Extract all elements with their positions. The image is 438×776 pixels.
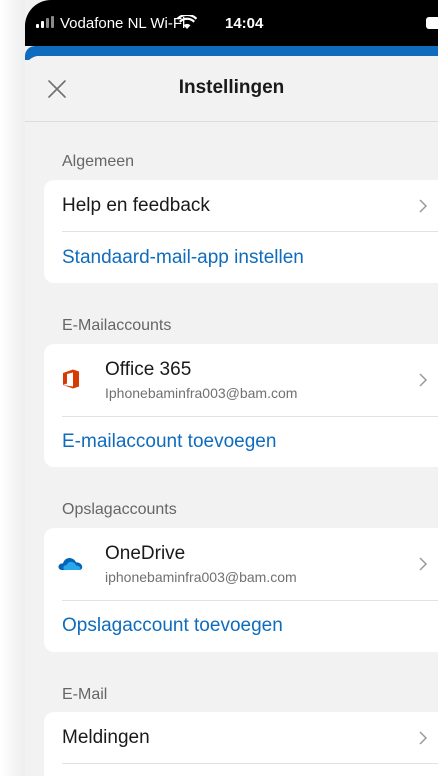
help-feedback-label: Help en feedback (62, 195, 210, 216)
add-storage-account-row[interactable]: Opslagaccount toevoegen (44, 601, 438, 652)
notifications-label: Meldingen (62, 727, 150, 748)
help-feedback-row[interactable]: Help en feedback (44, 180, 438, 231)
page-title: Instellingen (178, 77, 285, 98)
account-email: iphonebaminfra003@bam.com (105, 569, 297, 585)
section-header-mail-accounts: E-Mailaccounts (62, 317, 172, 334)
default-mail-app-row[interactable]: Standaard-mail-app instellen (44, 232, 438, 283)
section-header-general: Algemeen (62, 153, 135, 170)
add-storage-account-link[interactable]: Opslagaccount toevoegen (62, 615, 283, 637)
carrier-name: Vodafone NL Wi-Fi (60, 15, 186, 32)
wifi-icon (177, 15, 197, 29)
default-mail-app-link[interactable]: Standaard-mail-app instellen (62, 247, 304, 269)
add-mail-account-row[interactable]: E-mailaccount toevoegen (44, 417, 438, 467)
account-name: Office 365 (105, 359, 192, 380)
general-group: Help en feedback Standaard-mail-app inst… (44, 180, 438, 283)
section-header-email: E-Mail (62, 686, 108, 703)
mail-accounts-group: Office 365 Iphonebaminfra003@bam.com E-m… (44, 344, 438, 467)
chevron-right-icon (419, 199, 428, 213)
status-time: 14:04 (225, 15, 264, 32)
add-mail-account-link[interactable]: E-mailaccount toevoegen (62, 431, 276, 453)
navigation-bar: Instellingen (25, 56, 438, 122)
office-icon (63, 369, 79, 389)
notifications-row[interactable]: Meldingen (44, 712, 438, 763)
office365-account-row[interactable]: Office 365 Iphonebaminfra003@bam.com (44, 344, 438, 416)
onedrive-account-row[interactable]: OneDrive iphonebaminfra003@bam.com (44, 528, 438, 600)
onedrive-icon (58, 558, 83, 570)
section-header-storage-accounts: Opslagaccounts (62, 501, 177, 518)
storage-accounts-group: OneDrive iphonebaminfra003@bam.com Opsla… (44, 528, 438, 652)
email-group: Meldingen (44, 712, 438, 776)
chevron-right-icon (419, 557, 428, 571)
battery-icon (426, 17, 438, 29)
chevron-right-icon (419, 373, 428, 387)
background-edge (0, 0, 25, 776)
divider (62, 763, 438, 764)
phone-screen: Vodafone NL Wi-Fi 14:04 Instellingen Alg… (25, 0, 438, 776)
status-bar: Vodafone NL Wi-Fi 14:04 (25, 0, 438, 46)
account-name: OneDrive (105, 543, 186, 564)
settings-sheet: Instellingen Algemeen Help en feedback S… (25, 56, 438, 776)
account-email: Iphonebaminfra003@bam.com (105, 385, 298, 401)
chevron-right-icon (419, 731, 428, 745)
